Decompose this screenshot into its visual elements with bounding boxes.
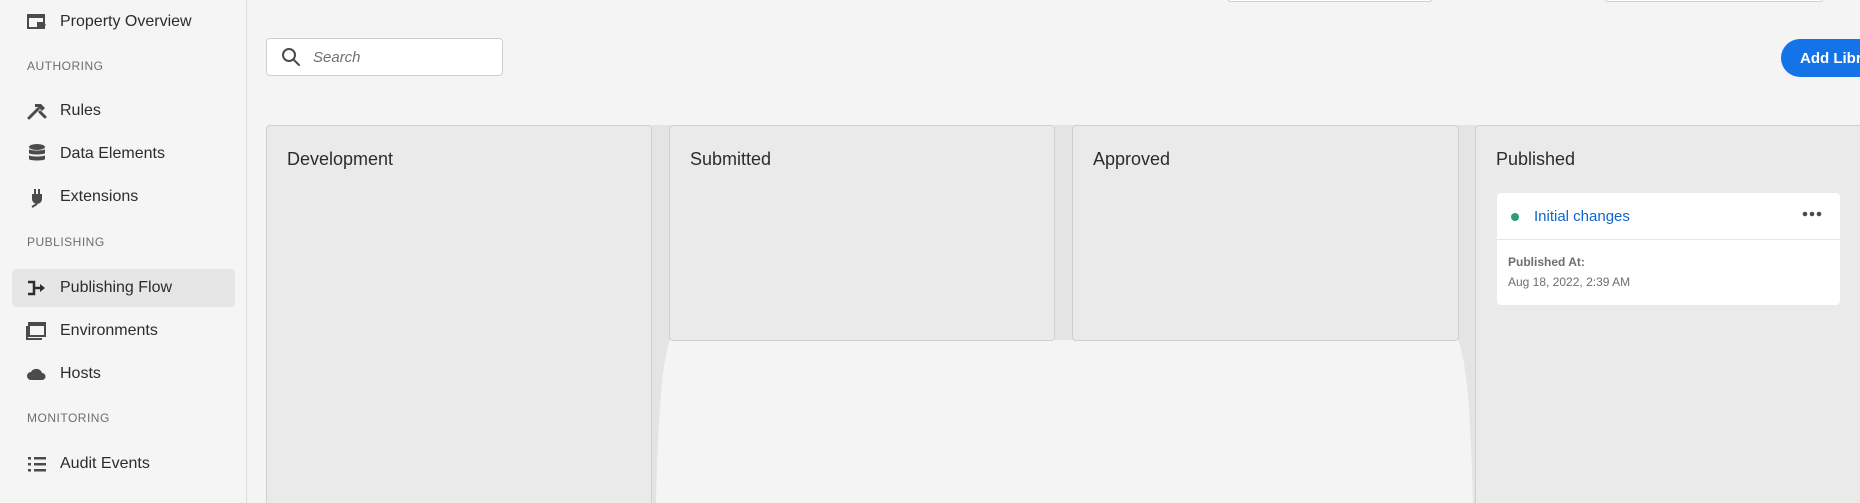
library-name-link[interactable]: Initial changes <box>1534 208 1630 225</box>
sidebar-item-hosts[interactable]: Hosts <box>12 355 235 393</box>
column-title: Submitted <box>690 149 772 169</box>
column-submitted: Submitted <box>669 125 1055 341</box>
column-title: Approved <box>1093 149 1171 169</box>
published-at-label: Published At: <box>1508 255 1585 269</box>
column-development: Development <box>266 125 652 503</box>
search-icon <box>281 47 301 67</box>
list-icon <box>26 453 48 475</box>
section-heading-publishing: PUBLISHING <box>27 235 105 249</box>
sidebar-item-audit-events[interactable]: Audit Events <box>12 445 235 483</box>
column-title: Development <box>287 149 394 169</box>
library-card-header: Initial changes <box>1497 193 1840 240</box>
sidebar-item-label: Publishing Flow <box>60 279 173 296</box>
sidebar-item-environments[interactable]: Environments <box>12 312 235 350</box>
published-at-value: Aug 18, 2022, 2:39 AM <box>1508 275 1631 289</box>
search-box[interactable] <box>266 38 503 76</box>
sidebar-item-label: Extensions <box>60 188 139 205</box>
hammer-icon <box>26 100 48 122</box>
sidebar-item-extensions[interactable]: Extensions <box>12 178 235 216</box>
column-title: Published <box>1496 149 1576 169</box>
section-heading-authoring: AUTHORING <box>27 59 104 73</box>
section-heading-monitoring: MONITORING <box>27 411 110 425</box>
sidebar-item-label: Audit Events <box>60 455 150 472</box>
library-card[interactable]: Initial changes Published At: Aug 18, 20… <box>1497 193 1840 305</box>
status-dot <box>1511 213 1519 221</box>
search-input[interactable] <box>311 47 495 67</box>
sidebar-item-label: Hosts <box>60 365 101 382</box>
sidebar: Property Overview AUTHORING Rules Data E… <box>0 0 247 503</box>
sidebar-item-label: Data Elements <box>60 145 165 162</box>
column-approved: Approved <box>1072 125 1459 341</box>
cloud-icon <box>26 363 48 385</box>
property-icon <box>26 11 48 33</box>
sidebar-item-rules[interactable]: Rules <box>12 92 235 130</box>
sidebar-item-label: Rules <box>60 102 101 119</box>
sidebar-item-publishing-flow[interactable]: Publishing Flow <box>12 269 235 307</box>
sidebar-item-label: Environments <box>60 322 158 339</box>
top-control-left[interactable] <box>1227 0 1433 2</box>
plug-icon <box>26 186 48 208</box>
environments-icon <box>26 320 48 342</box>
more-options-icon[interactable] <box>1800 203 1824 225</box>
top-control-right[interactable] <box>1604 0 1824 2</box>
sidebar-item-property-overview[interactable]: Property Overview <box>12 3 235 41</box>
sidebar-item-data-elements[interactable]: Data Elements <box>12 135 235 173</box>
sidebar-item-label: Property Overview <box>60 13 192 30</box>
column-published: Published <box>1475 125 1860 503</box>
database-icon <box>26 143 48 165</box>
publishing-flow-icon <box>26 277 48 299</box>
add-library-button[interactable]: Add Library <box>1781 39 1860 77</box>
